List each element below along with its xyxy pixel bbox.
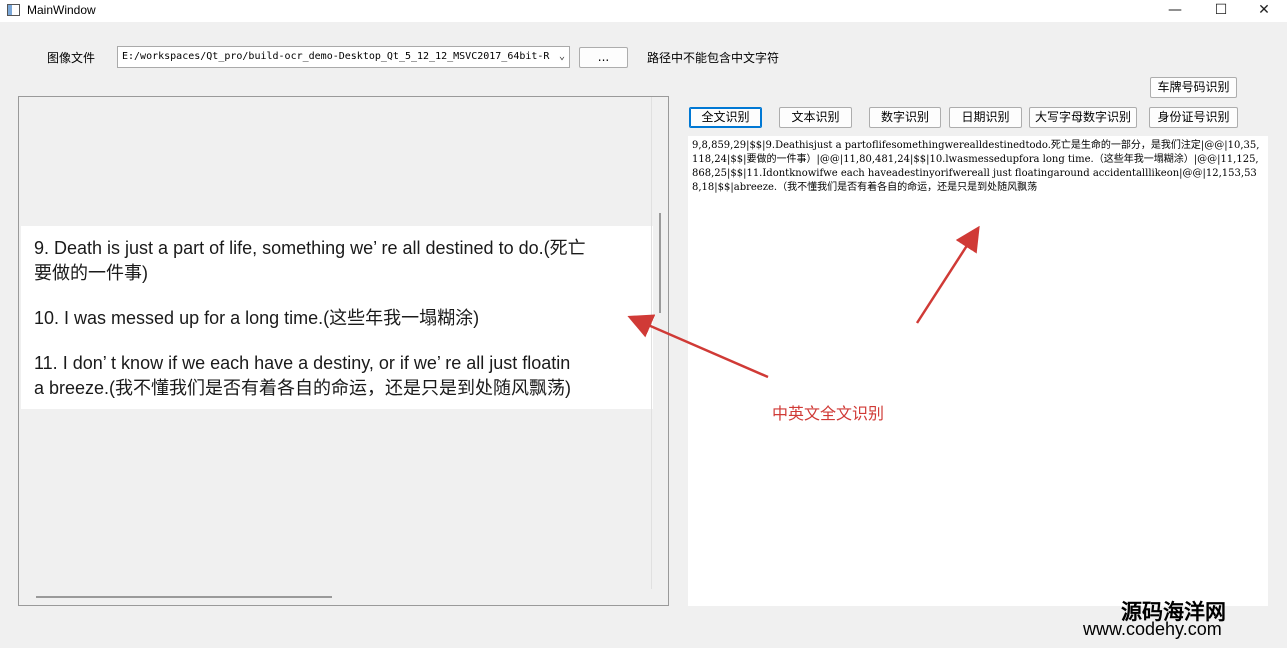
source-image: 9. Death is just a part of life, somethi… bbox=[21, 226, 653, 409]
watermark-url: www.codehy.com bbox=[1083, 619, 1222, 639]
title-bar: MainWindow — ☐ ✕ bbox=[0, 0, 1287, 22]
id-card-button[interactable]: 身份证号识别 bbox=[1149, 107, 1238, 128]
maximize-icon[interactable]: ☐ bbox=[1198, 0, 1244, 22]
app-window-icon bbox=[7, 4, 20, 16]
window-title: MainWindow bbox=[27, 3, 96, 17]
chevron-down-icon[interactable]: ⌄ bbox=[559, 47, 565, 67]
plate-number-button[interactable]: 车牌号码识别 bbox=[1150, 77, 1237, 98]
close-icon[interactable]: ✕ bbox=[1241, 0, 1287, 22]
path-hint-text: 路径中不能包含中文字符 bbox=[647, 51, 780, 65]
vertical-scrollbar[interactable] bbox=[659, 213, 661, 313]
result-textarea[interactable]: 9,8,859,29|$$|9.Deathisjust a partoflife… bbox=[688, 136, 1268, 606]
image-viewer[interactable]: 9. Death is just a part of life, somethi… bbox=[18, 96, 669, 606]
full-text-button[interactable]: 全文识别 bbox=[689, 107, 762, 128]
image-path-value: E:/workspaces/Qt_pro/build-ocr_demo-Desk… bbox=[122, 51, 550, 62]
image-file-label: 图像文件 bbox=[47, 51, 96, 65]
image-line-10: 10. I was messed up for a long time.(这些年… bbox=[34, 308, 480, 328]
image-line-11-cont: a breeze.(我不懂我们是否有着各自的命运，还是只是到处随风飘荡) bbox=[34, 378, 572, 398]
image-line-9: 9. Death is just a part of life, somethi… bbox=[34, 238, 586, 258]
image-line-9-cont: 要做的一件事) bbox=[34, 263, 148, 283]
text-recognition-button[interactable]: 文本识别 bbox=[779, 107, 852, 128]
image-path-combobox[interactable]: E:/workspaces/Qt_pro/build-ocr_demo-Desk… bbox=[117, 46, 570, 68]
horizontal-scrollbar[interactable] bbox=[36, 596, 332, 598]
browse-button[interactable]: ... bbox=[579, 47, 628, 68]
annotation-label: 中英文全文识别 bbox=[772, 404, 885, 423]
image-line-11: 11. I don’ t know if we each have a dest… bbox=[34, 353, 571, 373]
uppercase-digit-button[interactable]: 大写字母数字识别 bbox=[1029, 107, 1137, 128]
vertical-scroll-track bbox=[651, 97, 652, 589]
date-recognition-button[interactable]: 日期识别 bbox=[949, 107, 1022, 128]
minimize-icon[interactable]: — bbox=[1152, 0, 1198, 22]
digit-recognition-button[interactable]: 数字识别 bbox=[869, 107, 941, 128]
